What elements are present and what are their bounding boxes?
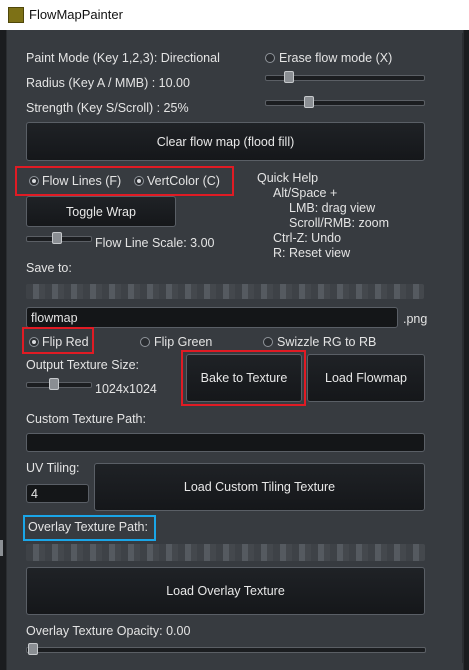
load-custom-tiling-texture-button[interactable]: Load Custom Tiling Texture — [94, 463, 425, 511]
title-bar: FlowMapPainter — [0, 0, 469, 30]
strength-label: Strength (Key S/Scroll) : 25% — [26, 101, 189, 115]
app-icon — [8, 7, 24, 23]
radius-slider[interactable] — [265, 71, 425, 83]
radius-slider-knob[interactable] — [284, 71, 294, 83]
save-filename-input[interactable]: flowmap — [26, 307, 398, 328]
help-line: LMB: drag view — [289, 201, 376, 215]
save-to-label: Save to: — [26, 261, 72, 275]
flow-line-scale-label: Flow Line Scale: 3.00 — [95, 236, 215, 250]
output-size-knob[interactable] — [49, 378, 59, 390]
output-size-label: Output Texture Size: — [26, 358, 140, 372]
toggle-wrap-button[interactable]: Toggle Wrap — [26, 196, 176, 227]
radius-label: Radius (Key A / MMB) : 10.00 — [26, 76, 190, 90]
save-path-redacted — [26, 284, 424, 299]
uv-tiling-label: UV Tiling: — [26, 461, 80, 475]
bake-button-highlight — [181, 350, 306, 406]
swizzle-radio[interactable] — [263, 337, 273, 347]
clear-flow-map-button[interactable]: Clear flow map (flood fill) — [26, 122, 425, 161]
paint-mode-label: Paint Mode (Key 1,2,3): Directional — [26, 51, 220, 65]
swizzle-label: Swizzle RG to RB — [277, 335, 377, 349]
flow-line-scale-slider[interactable] — [26, 232, 92, 244]
custom-texture-label: Custom Texture Path: — [26, 412, 146, 426]
help-line: Alt/Space + — [273, 186, 338, 200]
flip-green-label: Flip Green — [154, 335, 213, 349]
load-flowmap-button[interactable]: Load Flowmap — [307, 354, 425, 402]
flow-line-scale-knob[interactable] — [52, 232, 62, 244]
load-overlay-texture-button[interactable]: Load Overlay Texture — [26, 567, 425, 615]
flip-green-radio[interactable] — [140, 337, 150, 347]
panel-scrollbar[interactable] — [462, 33, 464, 663]
overlay-label-highlight — [23, 515, 156, 541]
strength-slider[interactable] — [265, 96, 425, 108]
strength-slider-knob[interactable] — [304, 96, 314, 108]
overlay-opacity-knob[interactable] — [28, 643, 38, 655]
window-title: FlowMapPainter — [29, 7, 123, 22]
erase-mode-radio[interactable] — [265, 53, 275, 63]
output-size-value: 1024x1024 — [95, 382, 157, 396]
overlay-opacity-slider[interactable] — [26, 643, 426, 655]
overlay-opacity-label: Overlay Texture Opacity: 0.00 — [26, 624, 191, 638]
help-line: R: Reset view — [273, 246, 351, 260]
uv-tiling-input[interactable]: 4 — [26, 484, 89, 503]
output-size-slider[interactable] — [26, 378, 92, 390]
save-extension-label: .png — [403, 312, 428, 326]
erase-mode-label: Erase flow mode (X) — [279, 51, 393, 65]
flip-red-highlight — [22, 327, 94, 354]
flowmap-panel: Paint Mode (Key 1,2,3): Directional Eras… — [6, 30, 464, 670]
quick-help-title: Quick Help — [257, 171, 319, 185]
help-line: Scroll/RMB: zoom — [289, 216, 390, 230]
custom-texture-path-input[interactable] — [26, 433, 425, 452]
window-resize-handle[interactable] — [0, 540, 3, 556]
help-line: Ctrl-Z: Undo — [273, 231, 342, 245]
overlay-path-redacted — [26, 544, 425, 561]
flow-lines-highlight — [15, 166, 234, 196]
